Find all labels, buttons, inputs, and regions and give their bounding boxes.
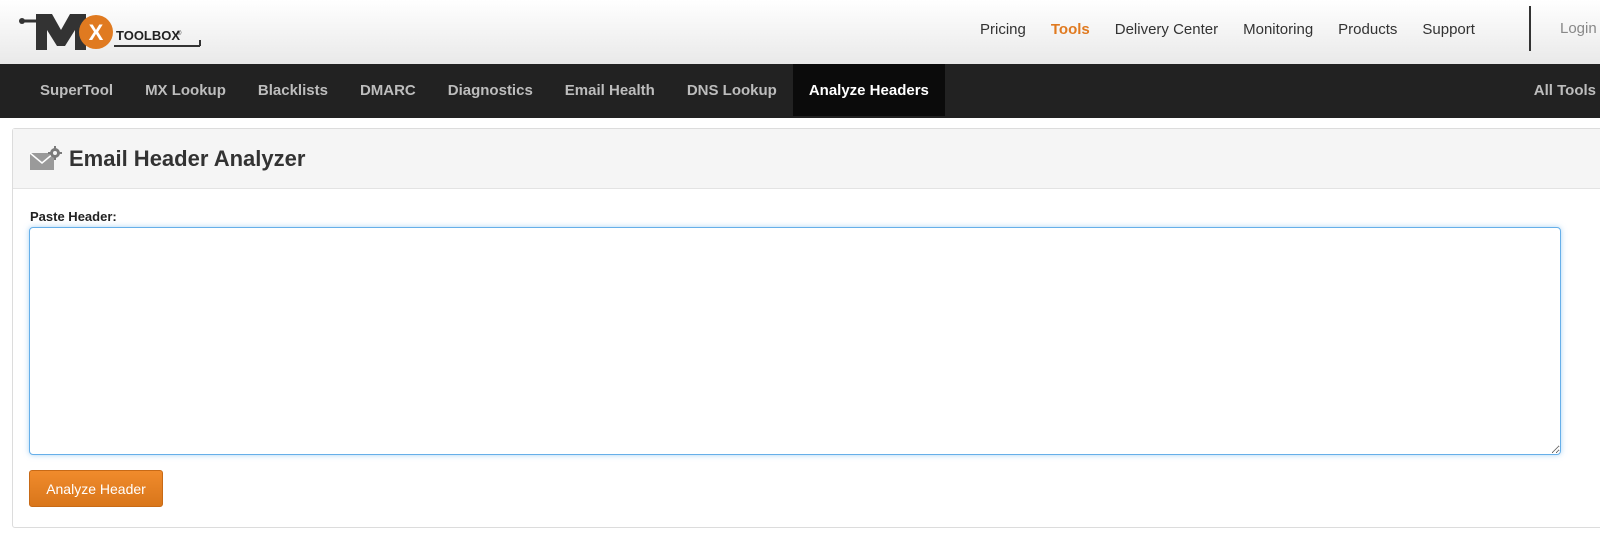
nav-pricing[interactable]: Pricing <box>980 21 1026 38</box>
tab-diagnostics[interactable]: Diagnostics <box>432 64 549 116</box>
tools-bar: SuperTool MX Lookup Blacklists DMARC Dia… <box>0 64 1600 118</box>
nav-tools[interactable]: Tools <box>1051 21 1090 38</box>
login-link[interactable]: Login <box>1560 20 1597 37</box>
email-settings-icon <box>29 145 62 170</box>
tab-dns-lookup[interactable]: DNS Lookup <box>671 64 793 116</box>
tab-email-health[interactable]: Email Health <box>549 64 671 116</box>
svg-text:®: ® <box>177 30 182 37</box>
mxtoolbox-logo[interactable]: X TOOLBOX ® <box>18 10 208 56</box>
svg-text:X: X <box>89 20 104 45</box>
panel-header: Email Header Analyzer <box>13 129 1600 189</box>
page-title: Email Header Analyzer <box>69 145 306 171</box>
tab-supertool[interactable]: SuperTool <box>24 64 129 116</box>
svg-text:TOOLBOX: TOOLBOX <box>116 28 180 43</box>
nav-products[interactable]: Products <box>1338 21 1397 38</box>
header-analyzer-panel: Email Header Analyzer Paste Header: Anal… <box>12 128 1600 528</box>
tab-mx-lookup[interactable]: MX Lookup <box>129 64 242 116</box>
all-tools-link[interactable]: All Tools <box>1534 64 1600 116</box>
nav-divider <box>1529 6 1531 51</box>
tab-analyze-headers[interactable]: Analyze Headers <box>792 64 945 116</box>
top-header: X TOOLBOX ® Pricing Tools Delivery Cente… <box>0 0 1600 64</box>
nav-monitoring[interactable]: Monitoring <box>1243 21 1313 38</box>
tool-tabs: SuperTool MX Lookup Blacklists DMARC Dia… <box>0 64 1600 118</box>
tab-blacklists[interactable]: Blacklists <box>242 64 344 116</box>
nav-support[interactable]: Support <box>1422 21 1475 38</box>
top-nav: Pricing Tools Delivery Center Monitoring… <box>980 0 1500 58</box>
analyze-header-button[interactable]: Analyze Header <box>29 470 163 507</box>
nav-delivery-center[interactable]: Delivery Center <box>1115 21 1218 38</box>
header-textarea[interactable] <box>29 227 1561 455</box>
paste-header-label: Paste Header: <box>30 209 117 224</box>
tab-dmarc[interactable]: DMARC <box>344 64 432 116</box>
